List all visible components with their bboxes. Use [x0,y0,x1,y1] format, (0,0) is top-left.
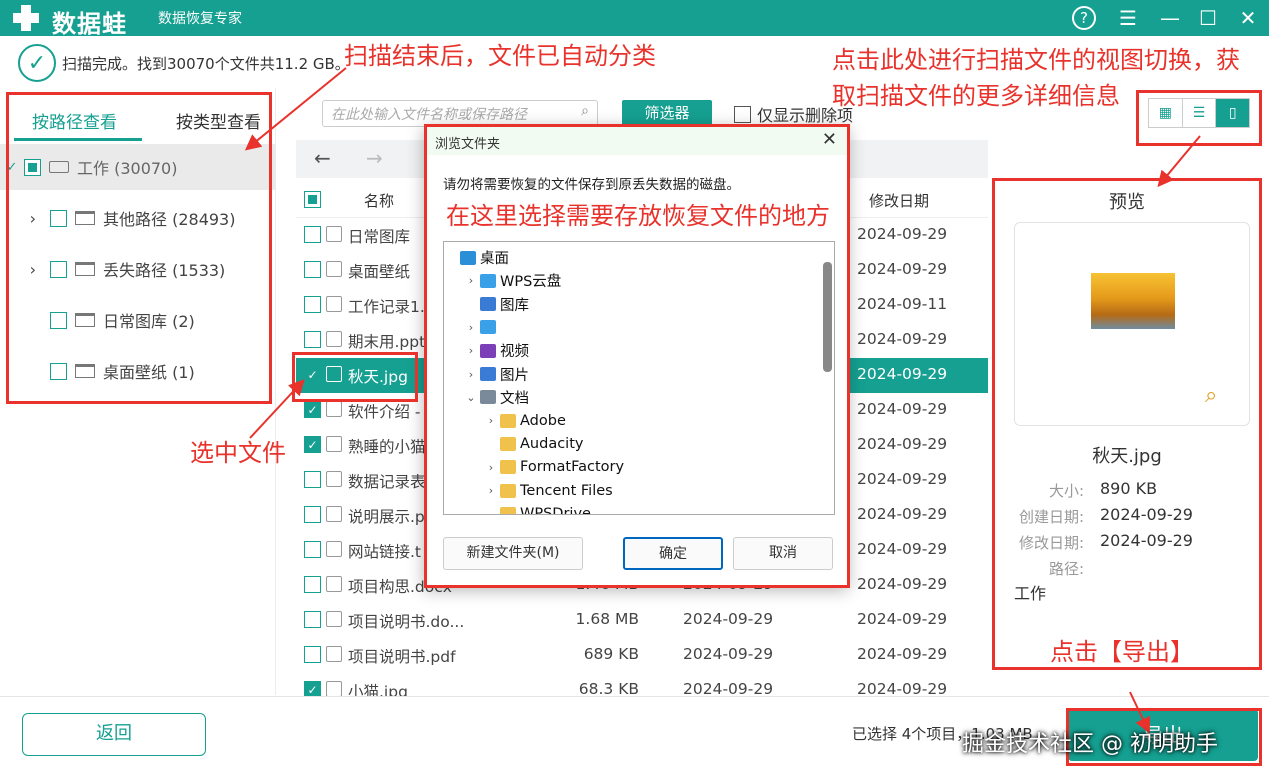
title-bar: 数据蛙 数据恢复专家 ? ☰ — ☐ ✕ [0,0,1269,38]
file-type-icon [326,261,342,277]
maximize-icon[interactable]: ☐ [1194,4,1222,32]
file-modified: 2024-09-29 [857,540,948,558]
file-checkbox[interactable] [304,226,321,243]
search-input[interactable]: 在此处输入文件名称或保存路径 ⌕ [322,100,598,127]
highlight-dialog [424,124,850,588]
file-row[interactable]: 项目说明书.do... 1.68 MB 2024-09-29 2024-09-29 [296,603,988,638]
search-placeholder: 在此处输入文件名称或保存路径 [331,107,527,123]
file-modified: 2024-09-29 [857,225,948,243]
file-modified: 2024-09-29 [857,330,948,348]
file-name: 期末用.ppt [348,333,426,351]
file-created: 2024-09-29 [683,645,774,663]
file-checkbox[interactable] [304,611,321,628]
file-name: 项目说明书.do... [348,613,465,631]
column-name[interactable]: 名称 [364,190,394,211]
file-modified: 2024-09-29 [857,470,948,488]
file-checkbox[interactable] [304,541,321,558]
file-size: 689 KB [583,645,639,663]
close-icon[interactable]: ✕ [1234,4,1262,32]
file-name: 桌面壁纸 [348,263,411,281]
file-modified: 2024-09-29 [857,260,948,278]
file-modified: 2024-09-29 [857,610,948,628]
file-checkbox[interactable] [304,646,321,663]
file-type-icon [326,436,342,452]
watermark: 掘金技术社区 @ 初明助手 [962,732,1218,757]
menu-icon[interactable]: ☰ [1114,4,1142,32]
file-name: 网站链接.t [348,543,422,561]
file-name: 说明展示.p [348,508,425,526]
help-icon[interactable]: ? [1070,4,1098,32]
scan-status-text: 扫描完成。找到30070个文件共11.2 GB。 [62,54,350,73]
file-type-icon [326,611,342,627]
file-checkbox[interactable] [304,506,321,523]
search-icon[interactable]: ⌕ [581,103,589,119]
file-modified: 2024-09-29 [857,435,948,453]
file-modified: 2024-09-29 [857,400,948,418]
file-checkbox[interactable]: ✓ [304,436,321,453]
minimize-icon[interactable]: — [1156,4,1184,32]
deleted-only-checkbox[interactable] [734,105,751,123]
highlight-preview [992,178,1262,670]
file-type-icon [326,681,342,697]
file-type-icon [326,401,342,417]
file-row[interactable]: 项目说明书.pdf 689 KB 2024-09-29 2024-09-29 [296,638,988,673]
file-name: 数据记录表 [348,473,426,491]
file-name: 日常图库 [348,228,411,246]
app-name: 数据蛙 [52,10,127,38]
file-checkbox[interactable] [304,576,321,593]
select-all-checkbox[interactable] [304,191,321,208]
highlight-view-switch [1136,90,1262,146]
file-modified: 2024-09-29 [857,575,948,593]
file-modified: 2024-09-29 [857,365,948,383]
file-modified: 2024-09-29 [857,645,948,663]
highlight-selected-file [292,352,418,402]
file-modified: 2024-09-29 [857,505,948,523]
app-logo-icon [13,5,39,31]
file-checkbox[interactable] [304,471,321,488]
file-name: 熟睡的小猫 [348,438,426,456]
file-checkbox[interactable] [304,331,321,348]
file-checkbox[interactable] [304,261,321,278]
file-name: 软件介绍 - [348,403,421,421]
back-arrow-icon[interactable]: ← [314,146,331,170]
file-type-icon [326,471,342,487]
back-button[interactable]: 返回 [22,713,206,756]
check-circle-icon: ✓ [18,44,56,82]
file-modified: 2024-09-11 [857,295,948,313]
file-checkbox[interactable]: ✓ [304,401,321,418]
file-size: 1.68 MB [575,610,639,628]
file-type-icon [326,296,342,312]
file-type-icon [326,331,342,347]
file-name: 项目说明书.pdf [348,648,456,666]
file-type-icon [326,646,342,662]
file-name: 工作记录1. [348,298,425,316]
annotation-view-switch-2: 取扫描文件的更多详细信息 [832,82,1120,110]
annotation-view-switch-1: 点击此处进行扫描文件的视图切换，获 [832,46,1240,74]
file-type-icon [326,506,342,522]
annotation-scan-done: 扫描结束后，文件已自动分类 [344,42,656,70]
file-created: 2024-09-29 [683,610,774,628]
forward-arrow-icon[interactable]: → [366,146,383,170]
file-type-icon [326,541,342,557]
highlight-tree [6,92,272,404]
file-type-icon [326,576,342,592]
annotation-select-file: 选中文件 [190,439,286,467]
scan-status: ✓ 扫描完成。找到30070个文件共11.2 GB。 [18,44,350,82]
filter-button[interactable]: 筛选器 [622,100,712,127]
file-checkbox[interactable] [304,296,321,313]
file-type-icon [326,226,342,242]
column-modified[interactable]: 修改日期 [869,190,929,211]
app-subtitle: 数据恢复专家 [158,11,242,27]
